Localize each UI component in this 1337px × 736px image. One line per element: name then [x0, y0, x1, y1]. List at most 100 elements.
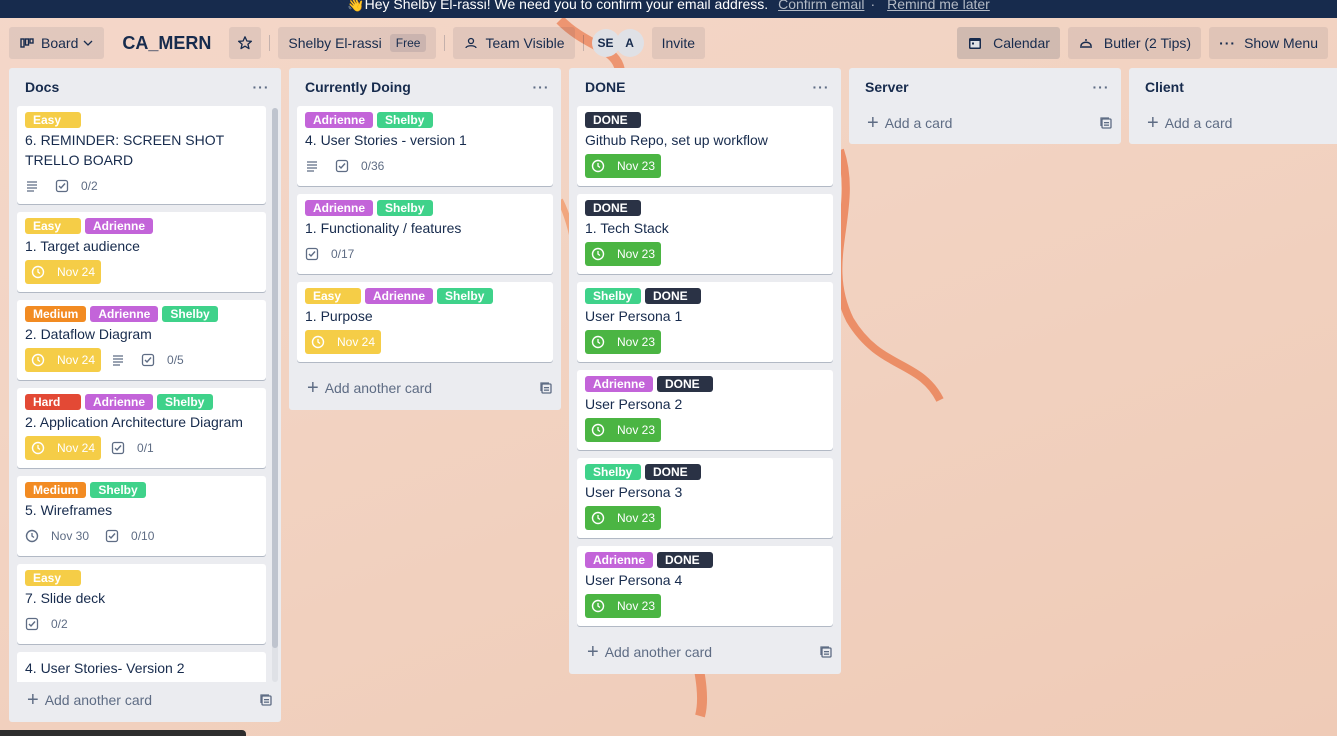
card[interactable]: Easy Adrienne 1. Target audience Nov 24 [17, 212, 266, 292]
due-date-badge[interactable]: Nov 23 [585, 330, 662, 354]
label-shelby[interactable]: Shelby [90, 482, 147, 498]
label-shelby[interactable]: Shelby [162, 306, 219, 322]
due-date-badge[interactable]: Nov 23 [585, 506, 662, 530]
visibility-button[interactable]: Team Visible [453, 27, 575, 59]
label-easy[interactable]: Easy [25, 112, 81, 128]
label-shelby[interactable]: Shelby [585, 288, 641, 304]
due-date-badge[interactable]: Nov 23 [585, 242, 662, 266]
label-shelby[interactable]: Shelby [585, 464, 641, 480]
remind-later-link[interactable]: Remind me later [887, 0, 990, 12]
board-view-switcher[interactable]: Board [9, 27, 105, 59]
add-card-button[interactable]: + Add another card [569, 634, 841, 670]
header-right-actions: Calendar Butler (2 Tips) ··· Show Menu [957, 27, 1328, 59]
card[interactable]: Adrienne Shelby 1. Functionality / feature… [297, 194, 553, 274]
checklist-icon [55, 179, 75, 193]
label-shelby[interactable]: Shelby [437, 288, 494, 304]
due-date-badge[interactable]: Nov 24 [305, 330, 382, 354]
list-title[interactable]: DONE [585, 79, 625, 95]
star-board-button[interactable] [229, 27, 262, 59]
list-menu-icon[interactable]: ··· [249, 79, 273, 95]
scrollbar-thumb[interactable] [272, 108, 278, 648]
due-date-badge[interactable]: Nov 30 [25, 524, 95, 548]
card-template-icon[interactable] [1099, 116, 1113, 130]
avatar[interactable]: A [615, 29, 644, 57]
list-menu-icon[interactable]: ··· [1089, 79, 1113, 95]
add-card-left: + Add another card [27, 690, 152, 710]
card[interactable]: Adrienne DONE User Persona 4 Nov 23 [577, 546, 833, 626]
card[interactable]: Easy 7. Slide deck 0/2 [17, 564, 266, 644]
list-menu-icon[interactable]: ··· [529, 79, 553, 95]
board-lists: Docs ··· Easy 6. REMINDER: SCREEN SHOT TREL… [9, 68, 1337, 728]
card[interactable]: DONE Github Repo, set up workflow Nov 23 [577, 106, 833, 186]
checklist-badge: 0/36 [335, 159, 384, 173]
label-medium[interactable]: Medium [25, 306, 87, 322]
label-done[interactable]: DONE [657, 376, 714, 392]
label-done[interactable]: DONE [645, 464, 701, 480]
label-adrienne[interactable]: Adrienne [305, 112, 374, 128]
card[interactable]: DONE 1. Tech Stack Nov 23 [577, 194, 833, 274]
add-card-button[interactable]: + Add a card [1129, 106, 1337, 140]
card[interactable]: Easy 6. REMINDER: SCREEN SHOT TRELLO BOAR… [17, 106, 266, 204]
label-adrienne[interactable]: Adrienne [585, 376, 654, 392]
workspace-button[interactable]: Shelby El-rassi Free [278, 27, 437, 59]
card[interactable]: Adrienne Shelby 4. User Stories - version … [297, 106, 553, 186]
list-title[interactable]: Server [865, 79, 909, 95]
due-date-badge[interactable]: Nov 23 [585, 418, 662, 442]
label-adrienne[interactable]: Adrienne [365, 288, 434, 304]
butler-button[interactable]: Butler (2 Tips) [1067, 27, 1202, 59]
label-adrienne[interactable]: Adrienne [85, 394, 154, 410]
card[interactable]: 4. User Stories- Version 2 [17, 652, 266, 682]
checklist-icon [305, 247, 325, 261]
due-date-badge[interactable]: Nov 24 [25, 260, 102, 284]
card-labels: Hard Adrienne Shelby [25, 394, 258, 410]
list-title[interactable]: Docs [25, 79, 59, 95]
card[interactable]: Easy Adrienne Shelby 1. Purpose Nov 24 [297, 282, 553, 362]
label-done[interactable]: DONE [645, 288, 701, 304]
card-template-icon[interactable] [819, 645, 833, 659]
label-adrienne[interactable]: Adrienne [585, 552, 654, 568]
due-date-badge[interactable]: Nov 23 [585, 154, 662, 178]
label-easy[interactable]: Easy [305, 288, 361, 304]
card[interactable]: Medium Shelby 5. Wireframes Nov 30 0/10 [17, 476, 266, 556]
label-easy[interactable]: Easy [25, 218, 81, 234]
label-medium[interactable]: Medium [25, 482, 87, 498]
due-date-badge[interactable]: Nov 24 [25, 348, 102, 372]
card-labels: Adrienne DONE [585, 376, 825, 392]
due-date-badge[interactable]: Nov 24 [25, 436, 102, 460]
label-adrienne[interactable]: Adrienne [85, 218, 154, 234]
card-labels: Easy Adrienne Shelby [305, 288, 545, 304]
card[interactable]: Adrienne DONE User Persona 2 Nov 23 [577, 370, 833, 450]
card[interactable]: Shelby DONE User Persona 3 Nov 23 [577, 458, 833, 538]
label-hard[interactable]: Hard [25, 394, 81, 410]
due-date-text: Nov 24 [57, 441, 96, 455]
invite-button[interactable]: Invite [651, 27, 706, 59]
add-card-button[interactable]: + Add a card [849, 106, 1121, 140]
label-adrienne[interactable]: Adrienne [90, 306, 159, 322]
add-card-button[interactable]: + Add another card [9, 682, 281, 718]
label-shelby[interactable]: Shelby [377, 200, 434, 216]
list-title[interactable]: Client [1145, 79, 1184, 95]
list-menu-icon[interactable]: ··· [809, 79, 833, 95]
label-shelby[interactable]: Shelby [157, 394, 214, 410]
card-template-icon[interactable] [539, 381, 553, 395]
card-title: 1. Tech Stack [585, 220, 669, 236]
confirm-email-link[interactable]: Confirm email [778, 0, 864, 12]
list-server: Server ··· + Add a card [849, 68, 1121, 144]
label-done[interactable]: DONE [585, 200, 641, 216]
label-done[interactable]: DONE [657, 552, 714, 568]
label-adrienne[interactable]: Adrienne [305, 200, 374, 216]
show-menu-button[interactable]: ··· Show Menu [1209, 27, 1328, 59]
card[interactable]: Shelby DONE User Persona 1 Nov 23 [577, 282, 833, 362]
label-shelby[interactable]: Shelby [377, 112, 434, 128]
due-date-badge[interactable]: Nov 23 [585, 594, 662, 618]
card[interactable]: Medium Adrienne Shelby 2. Dataflow Diagram N… [17, 300, 266, 380]
calendar-button[interactable]: Calendar [957, 27, 1060, 59]
card-labels: Adrienne Shelby [305, 200, 545, 216]
card[interactable]: Hard Adrienne Shelby 2. Application Archite… [17, 388, 266, 468]
add-card-button[interactable]: + Add another card [289, 370, 561, 406]
card-template-icon[interactable] [259, 693, 273, 707]
list-title[interactable]: Currently Doing [305, 79, 411, 95]
label-easy[interactable]: Easy [25, 570, 81, 586]
label-done[interactable]: DONE [585, 112, 641, 128]
board-title[interactable]: CA_MERN [112, 33, 221, 54]
